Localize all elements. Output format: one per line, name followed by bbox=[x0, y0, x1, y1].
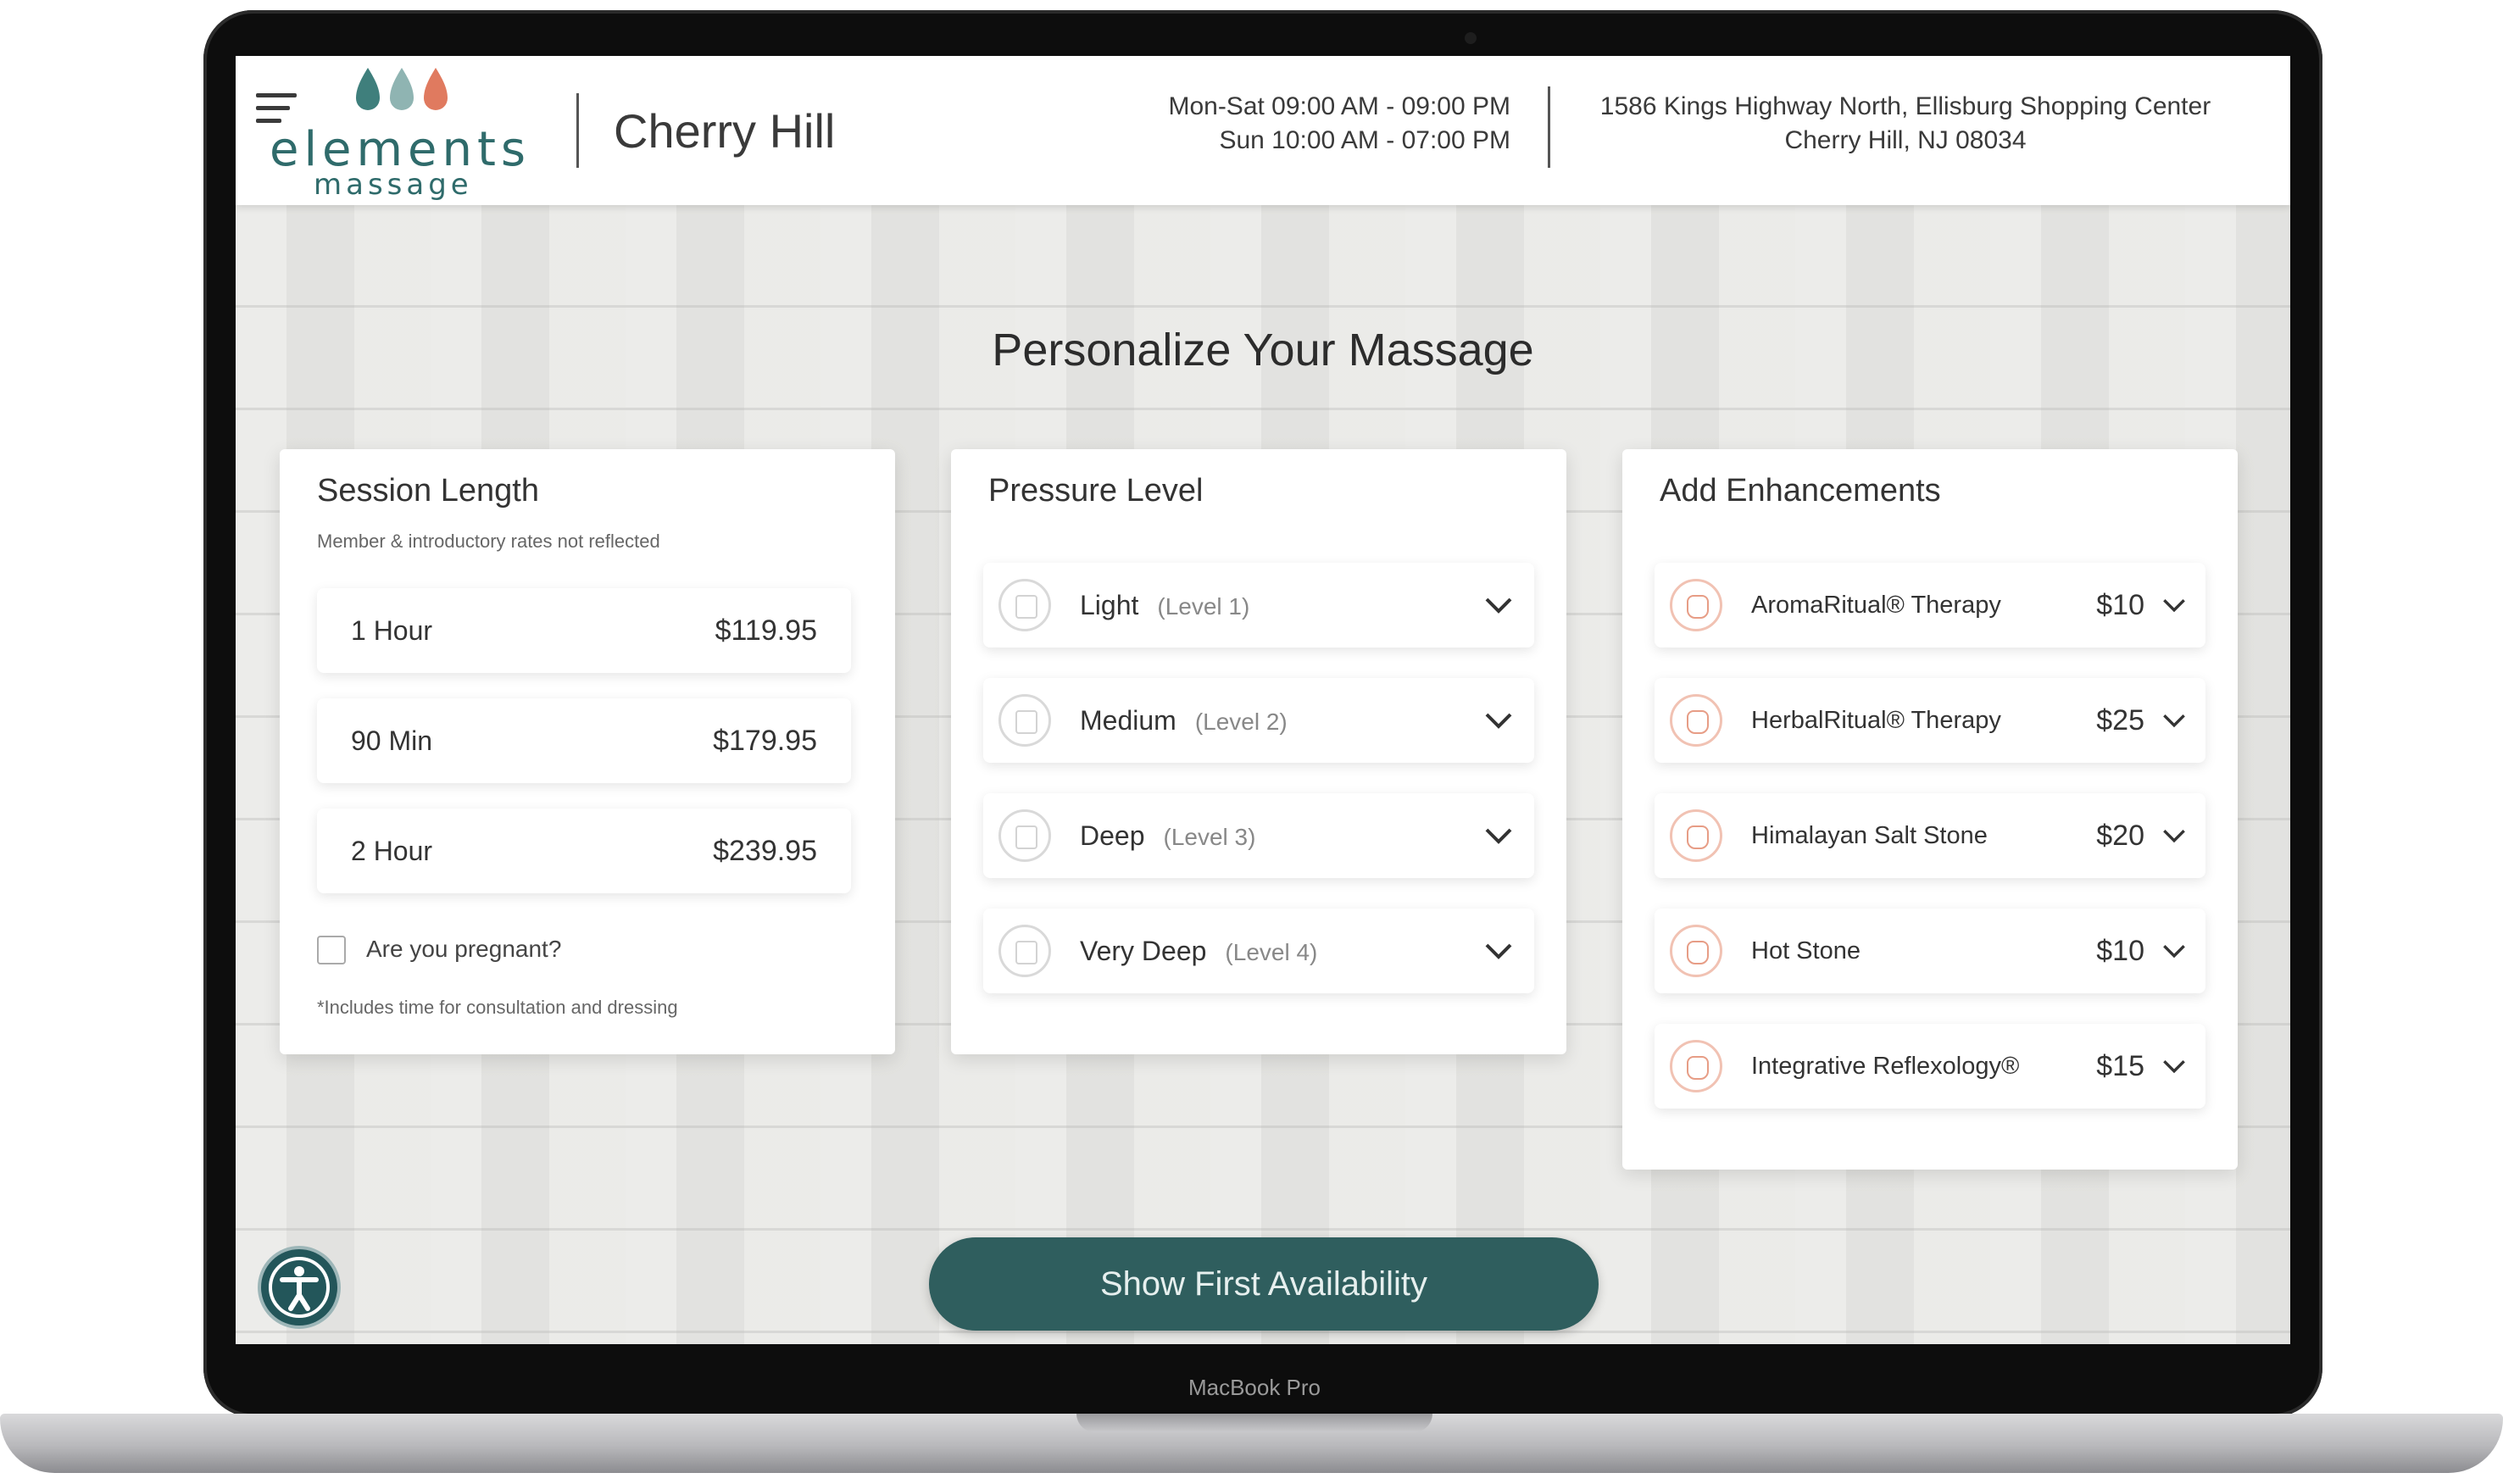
option-price: $10 bbox=[2096, 935, 2144, 967]
option-price: $15 bbox=[2096, 1050, 2144, 1082]
time-footnote: *Includes time for consultation and dres… bbox=[317, 997, 678, 1018]
option-price: $25 bbox=[2096, 704, 2144, 736]
location-name: Cherry Hill bbox=[614, 104, 836, 158]
salt-stone-icon bbox=[1670, 809, 1722, 862]
option-label: Light (Level 1) bbox=[1080, 590, 1250, 620]
reflexology-icon bbox=[1670, 1040, 1722, 1092]
chevron-down-icon[interactable] bbox=[2161, 597, 2187, 614]
logo-subword: massage bbox=[314, 168, 473, 202]
address-line-1: 1586 Kings Highway North, Ellisburg Shop… bbox=[1599, 92, 2211, 120]
option-label: Integrative Reflexology® bbox=[1751, 1053, 2020, 1080]
hours-weekday: Mon-Sat 09:00 AM - 09:00 PM bbox=[1168, 92, 1510, 120]
pressure-option-medium[interactable]: Medium (Level 2) bbox=[983, 678, 1534, 763]
option-price: $20 bbox=[2096, 820, 2144, 852]
pregnant-label[interactable]: Are you pregnant? bbox=[366, 936, 561, 963]
pressure-icon bbox=[998, 579, 1051, 631]
option-label: Himalayan Salt Stone bbox=[1751, 822, 1988, 849]
hours-sunday: Sun 10:00 AM - 07:00 PM bbox=[1219, 126, 1510, 154]
aroma-icon bbox=[1670, 579, 1722, 631]
accessibility-figure-icon bbox=[269, 1257, 330, 1318]
chevron-down-icon[interactable] bbox=[1483, 941, 1514, 961]
enhancement-himalayan-salt-stone[interactable]: Himalayan Salt Stone $20 bbox=[1655, 793, 2205, 878]
chevron-down-icon[interactable] bbox=[2161, 827, 2187, 844]
card-title: Session Length bbox=[317, 473, 539, 509]
header: elements massage Cherry Hill Mon-Sat 09:… bbox=[236, 56, 2290, 205]
option-label: 90 Min bbox=[351, 725, 433, 756]
pressure-option-light[interactable]: Light (Level 1) bbox=[983, 563, 1534, 648]
option-label: AromaRitual® Therapy bbox=[1751, 592, 2001, 619]
option-price: $10 bbox=[2096, 589, 2144, 621]
laptop-notch bbox=[1076, 1414, 1432, 1432]
chevron-down-icon[interactable] bbox=[2161, 1058, 2187, 1075]
store-hours: Mon-Sat 09:00 AM - 09:00 PM Sun 10:00 AM… bbox=[1087, 90, 1510, 158]
camera bbox=[1465, 32, 1477, 44]
option-label: Deep (Level 3) bbox=[1080, 820, 1256, 851]
chevron-down-icon[interactable] bbox=[1483, 825, 1514, 846]
card-title: Add Enhancements bbox=[1660, 473, 1941, 509]
rates-note: Member & introductory rates not reflecte… bbox=[317, 531, 660, 552]
header-divider bbox=[576, 93, 579, 168]
option-label: 2 Hour bbox=[351, 836, 433, 866]
pressure-level-card: Pressure Level Light (Level 1) Medium (Lev… bbox=[951, 449, 1566, 1054]
option-label: Very Deep (Level 4) bbox=[1080, 936, 1318, 966]
store-address[interactable]: 1586 Kings Highway North, Ellisburg Shop… bbox=[1558, 90, 2253, 158]
option-label: 1 Hour bbox=[351, 615, 433, 646]
header-divider-2 bbox=[1548, 86, 1550, 168]
address-line-2: Cherry Hill, NJ 08034 bbox=[1784, 126, 2027, 154]
pressure-icon bbox=[998, 809, 1051, 862]
screen: elements massage Cherry Hill Mon-Sat 09:… bbox=[236, 56, 2290, 1344]
card-title: Pressure Level bbox=[988, 473, 1204, 509]
option-label: Medium (Level 2) bbox=[1080, 705, 1288, 736]
device-label: MacBook Pro bbox=[1188, 1375, 1321, 1400]
enhancement-integrative-reflexology[interactable]: Integrative Reflexology® $15 bbox=[1655, 1024, 2205, 1109]
chevron-down-icon[interactable] bbox=[1483, 710, 1514, 731]
option-label: HerbalRitual® Therapy bbox=[1751, 707, 2001, 734]
enhancement-herbalritual[interactable]: HerbalRitual® Therapy $25 bbox=[1655, 678, 2205, 763]
pressure-option-deep[interactable]: Deep (Level 3) bbox=[983, 793, 1534, 878]
hot-stone-icon bbox=[1670, 925, 1722, 977]
enhancement-hot-stone[interactable]: Hot Stone $10 bbox=[1655, 909, 2205, 993]
session-length-card: Session Length Member & introductory rat… bbox=[280, 449, 895, 1054]
pressure-icon bbox=[998, 694, 1051, 747]
option-price: $119.95 bbox=[715, 614, 817, 647]
option-price: $239.95 bbox=[713, 835, 817, 867]
option-label: Hot Stone bbox=[1751, 937, 1861, 964]
session-option-2-hour[interactable]: 2 Hour $239.95 bbox=[317, 809, 851, 893]
session-option-90-min[interactable]: 90 Min $179.95 bbox=[317, 698, 851, 783]
pressure-option-very-deep[interactable]: Very Deep (Level 4) bbox=[983, 909, 1534, 993]
accessibility-icon[interactable] bbox=[258, 1246, 341, 1329]
show-first-availability-button[interactable]: Show First Availability bbox=[929, 1237, 1599, 1331]
enhancements-card: Add Enhancements AromaRitual® Therapy $1… bbox=[1622, 449, 2238, 1170]
logo[interactable]: elements massage bbox=[270, 64, 526, 202]
chevron-down-icon[interactable] bbox=[2161, 712, 2187, 729]
pressure-icon bbox=[998, 925, 1051, 977]
pregnant-checkbox[interactable] bbox=[317, 936, 346, 964]
chevron-down-icon[interactable] bbox=[2161, 942, 2187, 959]
session-option-1-hour[interactable]: 1 Hour $119.95 bbox=[317, 588, 851, 673]
herbal-icon bbox=[1670, 694, 1722, 747]
chevron-down-icon[interactable] bbox=[1483, 595, 1514, 615]
enhancement-aromaritual[interactable]: AromaRitual® Therapy $10 bbox=[1655, 563, 2205, 648]
logo-drops-icon bbox=[356, 68, 448, 110]
page-title: Personalize Your Massage bbox=[992, 325, 1534, 375]
hamburger-icon[interactable] bbox=[256, 93, 297, 127]
option-price: $179.95 bbox=[713, 725, 817, 757]
